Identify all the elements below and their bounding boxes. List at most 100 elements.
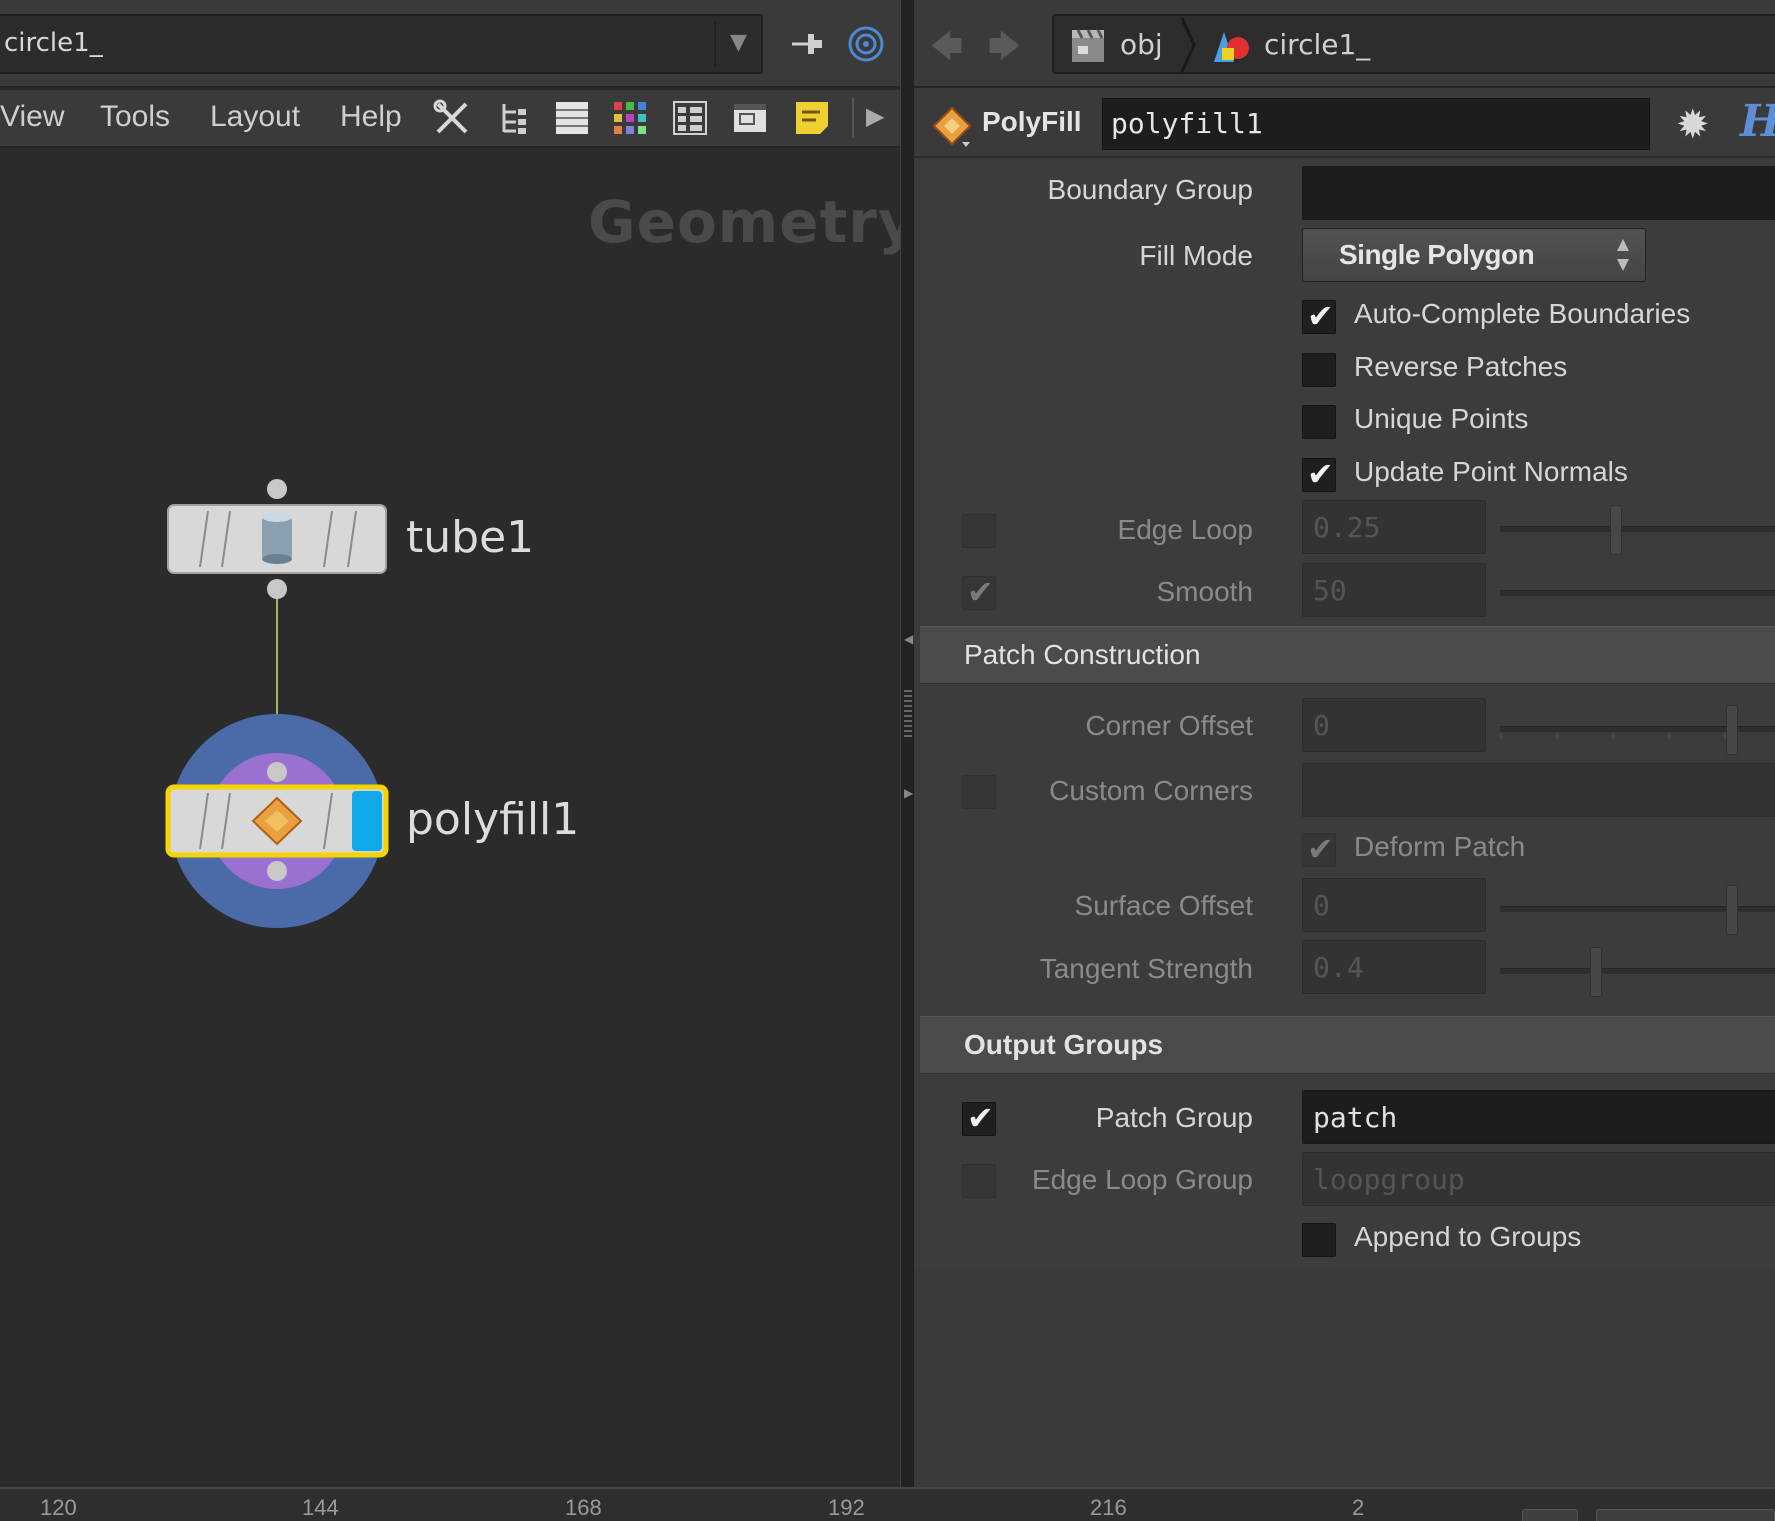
- corner-offset-label: Corner Offset: [1085, 710, 1253, 741]
- network-path-combo[interactable]: circle1_ ▼: [0, 14, 763, 74]
- chevron-down-icon[interactable]: ▼: [730, 30, 747, 55]
- forward-arrow-icon[interactable]: 🡆: [988, 24, 1021, 78]
- edge-loop-group-toggle[interactable]: [962, 1164, 996, 1198]
- deform-patch-checkbox[interactable]: ✔: [1302, 832, 1336, 867]
- patch-group-label: Patch Group: [1095, 1102, 1253, 1133]
- tangent-strength-slider[interactable]: [1500, 947, 1775, 997]
- boundary-group-field[interactable]: [1302, 166, 1775, 220]
- custom-corners-toggle[interactable]: [962, 775, 996, 809]
- slider-thumb[interactable]: [1590, 947, 1602, 997]
- surface-offset-field[interactable]: 0: [1302, 878, 1486, 932]
- gear-icon[interactable]: ✹: [1676, 102, 1722, 148]
- tube-icon: [262, 512, 292, 564]
- network-editor: circle1_ ▼ View Tools Layout Help ▶ Geom…: [0, 0, 900, 1487]
- corner-offset-slider[interactable]: [1500, 705, 1775, 755]
- node-label-tube1[interactable]: tube1: [406, 512, 534, 563]
- reverse-patches-checkbox[interactable]: [1302, 353, 1336, 387]
- fill-mode-dropdown[interactable]: Single Polygon: [1302, 228, 1646, 282]
- patch-group-field[interactable]: patch: [1302, 1090, 1775, 1144]
- splitter-grip[interactable]: [904, 690, 912, 740]
- menu-layout[interactable]: Layout: [210, 100, 300, 134]
- edge-loop-group-field[interactable]: loopgroup: [1302, 1152, 1775, 1206]
- append-groups-label: Append to Groups: [1354, 1221, 1582, 1252]
- slider-thumb[interactable]: [1610, 505, 1622, 555]
- edge-loop-slider[interactable]: [1500, 505, 1775, 555]
- slider-thumb[interactable]: [1726, 705, 1738, 755]
- node-input-port[interactable]: [267, 479, 287, 499]
- geo-object-icon: [1214, 32, 1249, 62]
- network-path-text: circle1_: [4, 28, 103, 58]
- polyfill-op-icon[interactable]: [930, 104, 974, 148]
- operator-header: PolyFill polyfill1 ✹ H: [914, 92, 1775, 158]
- node-label-polyfill1[interactable]: polyfill1: [406, 794, 579, 845]
- timeline-tick: 2: [1352, 1495, 1365, 1520]
- thumbnail-grid-icon[interactable]: [608, 96, 652, 140]
- link-target-icon[interactable]: [846, 24, 886, 64]
- node-input-port[interactable]: [267, 762, 287, 782]
- smooth-field[interactable]: 50: [1302, 563, 1486, 617]
- node-polyfill1[interactable]: [165, 714, 389, 928]
- list-view-icon[interactable]: [550, 96, 594, 140]
- surface-offset-label: Surface Offset: [1074, 890, 1253, 921]
- breadcrumb-obj[interactable]: obj: [1120, 28, 1163, 61]
- timeline-button[interactable]: [1522, 1509, 1578, 1521]
- node-tube1[interactable]: [167, 479, 387, 599]
- display-flag[interactable]: [352, 791, 382, 851]
- timeline-range-button[interactable]: [1596, 1509, 1775, 1521]
- toolbar-overflow-arrow-icon[interactable]: ▶: [866, 102, 884, 130]
- network-path-bar: circle1_ ▼: [0, 0, 900, 88]
- unique-points-checkbox[interactable]: [1302, 405, 1336, 439]
- edge-loop-field[interactable]: 0.25: [1302, 500, 1486, 554]
- combo-divider: [714, 22, 716, 66]
- network-box-icon[interactable]: [728, 96, 772, 140]
- tangent-strength-field[interactable]: 0.4: [1302, 940, 1486, 994]
- section-patch-construction[interactable]: Patch Construction: [920, 626, 1775, 684]
- edge-loop-label: Edge Loop: [1117, 514, 1253, 545]
- timeline-ruler[interactable]: 120 144 168 192 216 2: [0, 1487, 1775, 1521]
- patch-group-toggle[interactable]: ✔: [962, 1101, 996, 1136]
- custom-corners-label: Custom Corners: [1049, 775, 1253, 806]
- custom-corners-field[interactable]: [1302, 763, 1775, 817]
- deform-patch-label: Deform Patch: [1354, 831, 1526, 862]
- detail-view-icon[interactable]: [668, 96, 712, 140]
- reverse-patches-label: Reverse Patches: [1354, 351, 1568, 382]
- breadcrumb: obj circle1_: [1052, 14, 1775, 74]
- node-output-port[interactable]: [267, 861, 287, 881]
- operator-name-field[interactable]: polyfill1: [1102, 98, 1650, 150]
- parameter-empty-area: [914, 1270, 1775, 1487]
- parameter-editor: 🡄 🡆 obj circle1_ PolyFill polyfill1 ✹ Bo…: [914, 0, 1775, 1487]
- operator-type-label: PolyFill: [982, 106, 1082, 137]
- timeline-tick: 168: [565, 1495, 602, 1520]
- tree-view-icon[interactable]: [492, 96, 536, 140]
- smooth-toggle[interactable]: ✔: [962, 575, 996, 610]
- back-arrow-icon[interactable]: 🡄: [930, 24, 963, 78]
- boundary-group-label: Boundary Group: [1047, 174, 1253, 205]
- auto-complete-checkbox[interactable]: ✔: [1302, 299, 1336, 334]
- append-groups-checkbox[interactable]: [1302, 1223, 1336, 1257]
- tools-icon[interactable]: [430, 96, 474, 140]
- timeline-tick: 120: [40, 1495, 77, 1520]
- obj-network-icon: [1072, 29, 1104, 62]
- collapse-right-icon[interactable]: ▶: [904, 786, 913, 800]
- menu-help[interactable]: Help: [340, 100, 402, 134]
- sticky-note-icon[interactable]: [790, 96, 834, 140]
- edge-loop-group-label: Edge Loop Group: [1031, 1164, 1253, 1195]
- breadcrumb-circle1[interactable]: circle1_: [1264, 28, 1370, 61]
- menu-tools[interactable]: Tools: [100, 100, 170, 134]
- collapse-left-icon[interactable]: ◀: [904, 632, 913, 646]
- section-output-groups[interactable]: Output Groups: [920, 1016, 1775, 1074]
- corner-offset-field[interactable]: 0: [1302, 698, 1486, 752]
- update-normals-checkbox[interactable]: ✔: [1302, 455, 1336, 493]
- menu-view[interactable]: View: [0, 100, 64, 134]
- smooth-slider[interactable]: [1500, 590, 1775, 596]
- surface-offset-slider[interactable]: [1500, 885, 1775, 935]
- edge-loop-toggle[interactable]: [962, 514, 996, 548]
- pin-icon[interactable]: [786, 24, 826, 64]
- help-icon[interactable]: H: [1740, 96, 1775, 147]
- pane-splitter[interactable]: ◀ ▶: [900, 0, 914, 1487]
- checkmark-icon: ✔: [1307, 455, 1334, 493]
- fill-mode-value: Single Polygon: [1339, 239, 1535, 270]
- slider-thumb[interactable]: [1726, 885, 1738, 935]
- houdini-window: circle1_ ▼ View Tools Layout Help ▶ Geom…: [0, 0, 1775, 1521]
- node-output-port[interactable]: [267, 579, 287, 599]
